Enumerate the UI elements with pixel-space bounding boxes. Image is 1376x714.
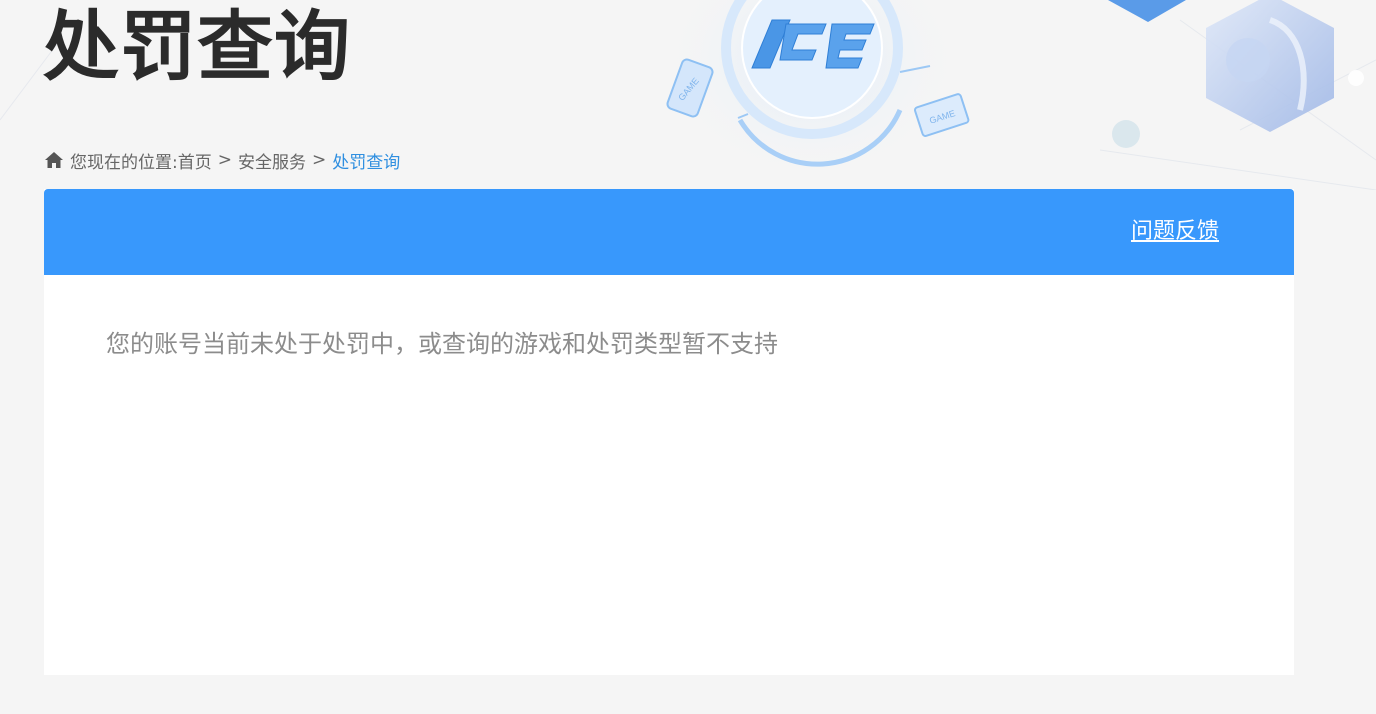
breadcrumb-current: 处罚查询 xyxy=(332,152,401,173)
panel-header: 问题反馈 xyxy=(44,189,1294,275)
breadcrumb: 您现在的位置: 首页 > 安全服务 > 处罚查询 xyxy=(44,148,401,173)
breadcrumb-prefix: 您现在的位置: xyxy=(70,152,178,173)
breadcrumb-separator: > xyxy=(311,150,327,170)
home-icon xyxy=(45,152,63,168)
hero-banner: GAME GAME 处罚查询 您现在的位置: 首页 > 安全服务 > 处罚查询 xyxy=(0,0,1376,190)
page-title: 处罚查询 xyxy=(43,2,351,91)
result-panel: 问题反馈 您的账号当前未处于处罚中，或查询的游戏和处罚类型暂不支持 xyxy=(44,189,1294,675)
character-avatar xyxy=(1206,0,1334,132)
breadcrumb-separator: > xyxy=(217,150,232,170)
breadcrumb-link-home[interactable]: 首页 xyxy=(178,148,212,173)
result-message: 您的账号当前未处于处罚中，或查询的游戏和处罚类型暂不支持 xyxy=(106,330,778,358)
breadcrumb-link-security[interactable]: 安全服务 xyxy=(238,148,306,173)
feedback-link[interactable]: 问题反馈 xyxy=(1131,217,1219,247)
